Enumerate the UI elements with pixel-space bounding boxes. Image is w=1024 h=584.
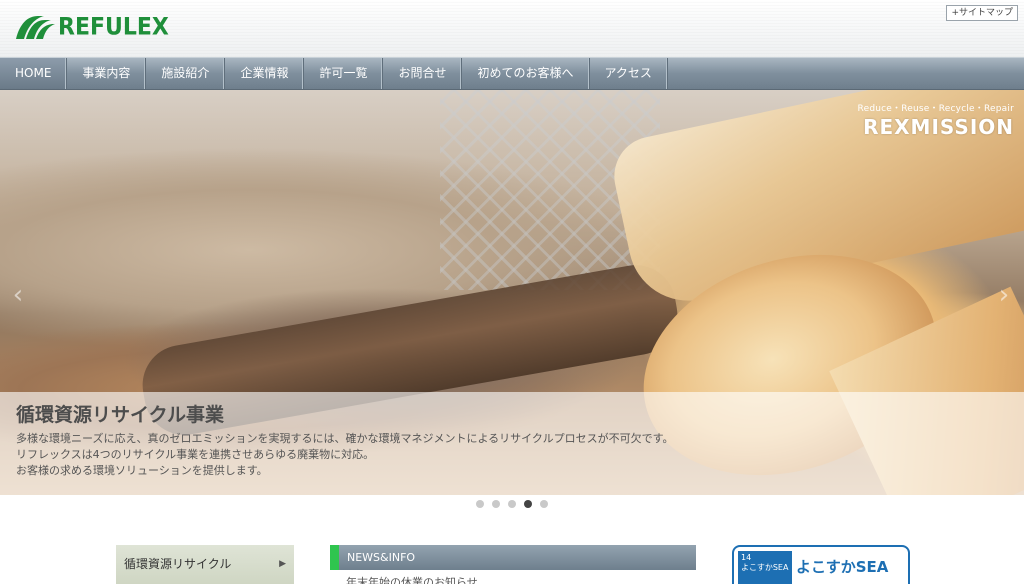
triangle-right-icon: ▶ <box>279 559 286 569</box>
logo-text: REFULEX <box>58 13 169 41</box>
nav-home[interactable]: HOME <box>0 58 68 89</box>
rexmission-badge: Reduce・Reuse・Recycle・Repair REXMISSION <box>854 101 1014 139</box>
sidebar-item-label: 循環資源リサイクル <box>124 557 232 571</box>
yokosuka-sea-banner[interactable]: 14 よこすかSEA よこすかSEA <box>732 545 910 584</box>
news-header: NEWS&INFO <box>330 545 696 570</box>
slider-dot[interactable] <box>508 500 516 508</box>
badge-tagline: Reduce・Reuse・Recycle・Repair <box>857 104 1014 114</box>
hero-caption: 循環資源リサイクル事業 多様な環境ニーズに応え、真のゼロエミッションを実現するに… <box>0 392 1024 495</box>
caption-title: 循環資源リサイクル事業 <box>16 404 225 426</box>
chevron-right-icon[interactable]: › <box>994 280 1014 310</box>
caption-line: お客様の求める環境ソリューションを提供します。 <box>16 464 268 477</box>
sitemap-button[interactable]: +サイトマップ <box>946 5 1018 21</box>
caption-line: 多様な環境ニーズに応え、真のゼロエミッションを実現するには、確かな環境マネジメン… <box>16 432 674 445</box>
nav-first-time[interactable]: 初めてのお客様へ <box>462 58 590 89</box>
nav-business[interactable]: 事業内容 <box>67 58 147 89</box>
slider-dot[interactable] <box>540 500 548 508</box>
slider-dot[interactable] <box>476 500 484 508</box>
caption-line: リフレックスは4つのリサイクル事業を連携させあらゆる廃棄物に対応。 <box>16 448 375 461</box>
site-logo[interactable]: REFULEX <box>14 13 169 41</box>
badge-name: REXMISSION <box>863 115 1014 139</box>
banner-badge-icon: 14 よこすかSEA <box>738 551 792 584</box>
news-item[interactable]: 年末年始の休業のお知らせ <box>346 576 676 584</box>
nav-permits[interactable]: 許可一覧 <box>304 58 384 89</box>
banner-title: よこすかSEA <box>796 558 889 576</box>
nav-company[interactable]: 企業情報 <box>225 58 305 89</box>
nav-access[interactable]: アクセス <box>590 58 668 89</box>
nav-contact[interactable]: お問合せ <box>383 58 463 89</box>
nav-facilities[interactable]: 施設紹介 <box>146 58 226 89</box>
slider-dot[interactable] <box>492 500 500 508</box>
refulex-logo-icon <box>16 16 55 39</box>
hero-slider: Reduce・Reuse・Recycle・Repair REXMISSION ‹… <box>0 90 1024 495</box>
site-header: REFULEX +サイトマップ <box>0 0 1024 57</box>
slider-pagination <box>476 500 548 510</box>
chevron-left-icon[interactable]: ‹ <box>8 280 28 310</box>
main-nav: HOME 事業内容 施設紹介 企業情報 許可一覧 お問合せ 初めてのお客様へ ア… <box>0 57 1024 90</box>
sidebar-item-recycling[interactable]: 循環資源リサイクル ▶ <box>116 545 294 584</box>
slider-dot-active[interactable] <box>524 500 532 508</box>
